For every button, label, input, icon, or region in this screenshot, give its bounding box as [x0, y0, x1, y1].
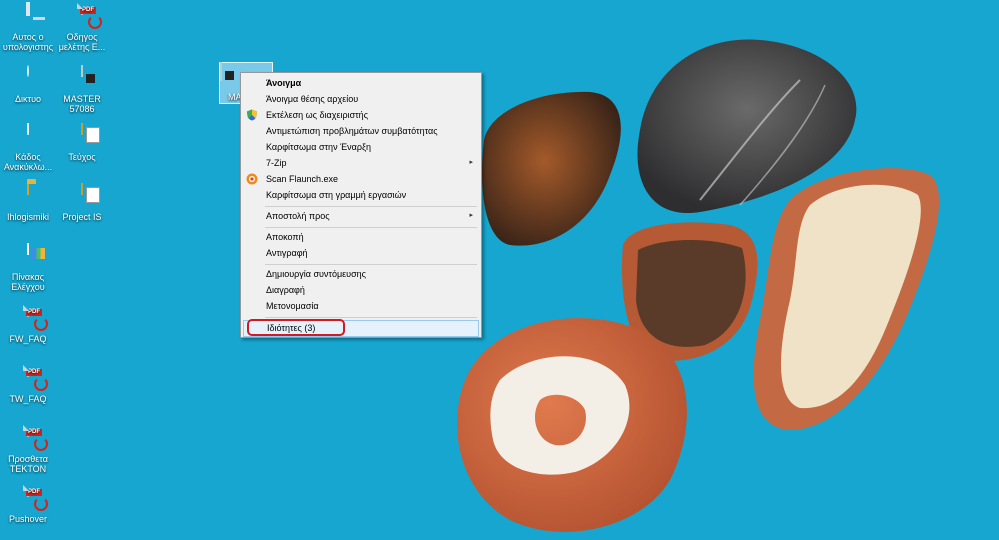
desktop-icon-label: Ihlogismiki	[6, 212, 49, 222]
menu-separator	[265, 227, 477, 228]
document-folder-icon	[70, 183, 94, 210]
desktop-icon-recycle-bin[interactable]: Κάδος Ανακύκλω...	[0, 123, 56, 172]
document-icon	[70, 65, 95, 92]
document-icon	[220, 62, 234, 81]
context-menu: Άνοιγμα Άνοιγμα θέσης αρχείου Εκτέλεση ω…	[240, 72, 482, 338]
control-panel-icon	[16, 243, 40, 270]
desktop-icon-label: Τεύχος	[68, 152, 96, 162]
desktop-icon-tw-faq[interactable]: PDF TW_FAQ	[0, 365, 56, 404]
pdf-icon: PDF	[70, 3, 102, 30]
menu-item-open[interactable]: Άνοιγμα	[243, 75, 479, 91]
desktop-icon-ihlogismiki[interactable]: Ihlogismiki	[0, 183, 56, 222]
network-icon	[16, 65, 40, 92]
menu-item-create-shortcut[interactable]: Δημιουργία συντόμευσης	[243, 266, 479, 282]
menu-item-pin-to-taskbar[interactable]: Καρφίτσωμα στη γραμμή εργασιών	[243, 187, 479, 203]
folder-icon	[70, 123, 94, 150]
submenu-arrow-icon: ▸	[469, 159, 473, 166]
desktop-icon-teuchos[interactable]: Τεύχος	[54, 123, 110, 162]
pdf-icon: PDF	[16, 305, 48, 332]
desktop-icon-computer[interactable]: Αυτος ο υπολογιστης	[0, 2, 56, 52]
menu-separator	[265, 206, 477, 207]
desktop-icon-fw-faq[interactable]: PDF FW_FAQ	[0, 305, 56, 344]
menu-item-pin-to-start[interactable]: Καρφίτσωμα στην Έναρξη	[243, 139, 479, 155]
menu-item-run-as-admin[interactable]: Εκτέλεση ως διαχειριστής	[243, 107, 479, 123]
desktop-icon-label: Κάδος Ανακύκλω...	[3, 152, 53, 172]
menu-item-send-to[interactable]: Αποστολή προς ▸	[243, 208, 479, 224]
desktop-icon-master[interactable]: MASTER 57086	[54, 65, 110, 114]
menu-item-copy[interactable]: Αντιγραφή	[243, 245, 479, 261]
desktop-icon-tekton[interactable]: PDF Προσθετα TEKTON	[0, 425, 56, 474]
menu-item-scan-flaunch[interactable]: Scan Flaunch.exe	[243, 171, 479, 187]
desktop-icon-label: TW_FAQ	[9, 394, 47, 404]
menu-separator	[265, 264, 477, 265]
shield-icon	[246, 109, 258, 121]
desktop-icon-label: Αυτος ο υπολογιστης	[2, 32, 54, 52]
submenu-arrow-icon: ▸	[469, 212, 473, 219]
desktop-icon-network[interactable]: Δικτυο	[0, 65, 56, 104]
desktop-icon-project-is[interactable]: Project IS	[54, 183, 110, 222]
menu-item-rename[interactable]: Μετονομασία	[243, 298, 479, 314]
desktop-icon-odigos[interactable]: PDF Οδηγος μελέτης Ε...	[54, 3, 110, 52]
desktop-icon-pushover[interactable]: PDF Pushover	[0, 485, 56, 524]
wallpaper-stones	[457, 39, 940, 532]
menu-item-troubleshoot-compat[interactable]: Αντιμετώπιση προβλημάτων συμβατότητας	[243, 123, 479, 139]
desktop-icon-control-panel[interactable]: Πίνακας Ελέγχου	[0, 243, 56, 292]
desktop-icon-label: Πίνακας Ελέγχου	[11, 272, 45, 292]
pdf-icon: PDF	[16, 425, 48, 452]
desktop-icon-label: FW_FAQ	[9, 334, 47, 344]
menu-item-7zip[interactable]: 7-Zip ▸	[243, 155, 479, 171]
desktop-icon-label: Οδηγος μελέτης Ε...	[58, 32, 106, 52]
computer-icon	[16, 2, 40, 30]
desktop-icon-label: Δικτυο	[15, 94, 41, 104]
menu-item-delete[interactable]: Διαγραφή	[243, 282, 479, 298]
desktop-icon-label: Προσθετα TEKTON	[8, 454, 48, 474]
pdf-icon: PDF	[16, 365, 48, 392]
antivirus-icon	[246, 173, 258, 185]
folder-icon	[16, 183, 40, 210]
desktop-icon-label: Project IS	[62, 212, 102, 222]
pdf-icon: PDF	[16, 485, 48, 512]
menu-separator	[265, 317, 477, 318]
menu-item-cut[interactable]: Αποκοπή	[243, 229, 479, 245]
desktop-icon-label: MASTER 57086	[63, 94, 101, 114]
desktop-icon-label: Pushover	[8, 514, 48, 524]
annotation-highlight-ring	[247, 319, 345, 336]
menu-item-open-file-location[interactable]: Άνοιγμα θέσης αρχείου	[243, 91, 479, 107]
recycle-bin-icon	[16, 123, 40, 150]
